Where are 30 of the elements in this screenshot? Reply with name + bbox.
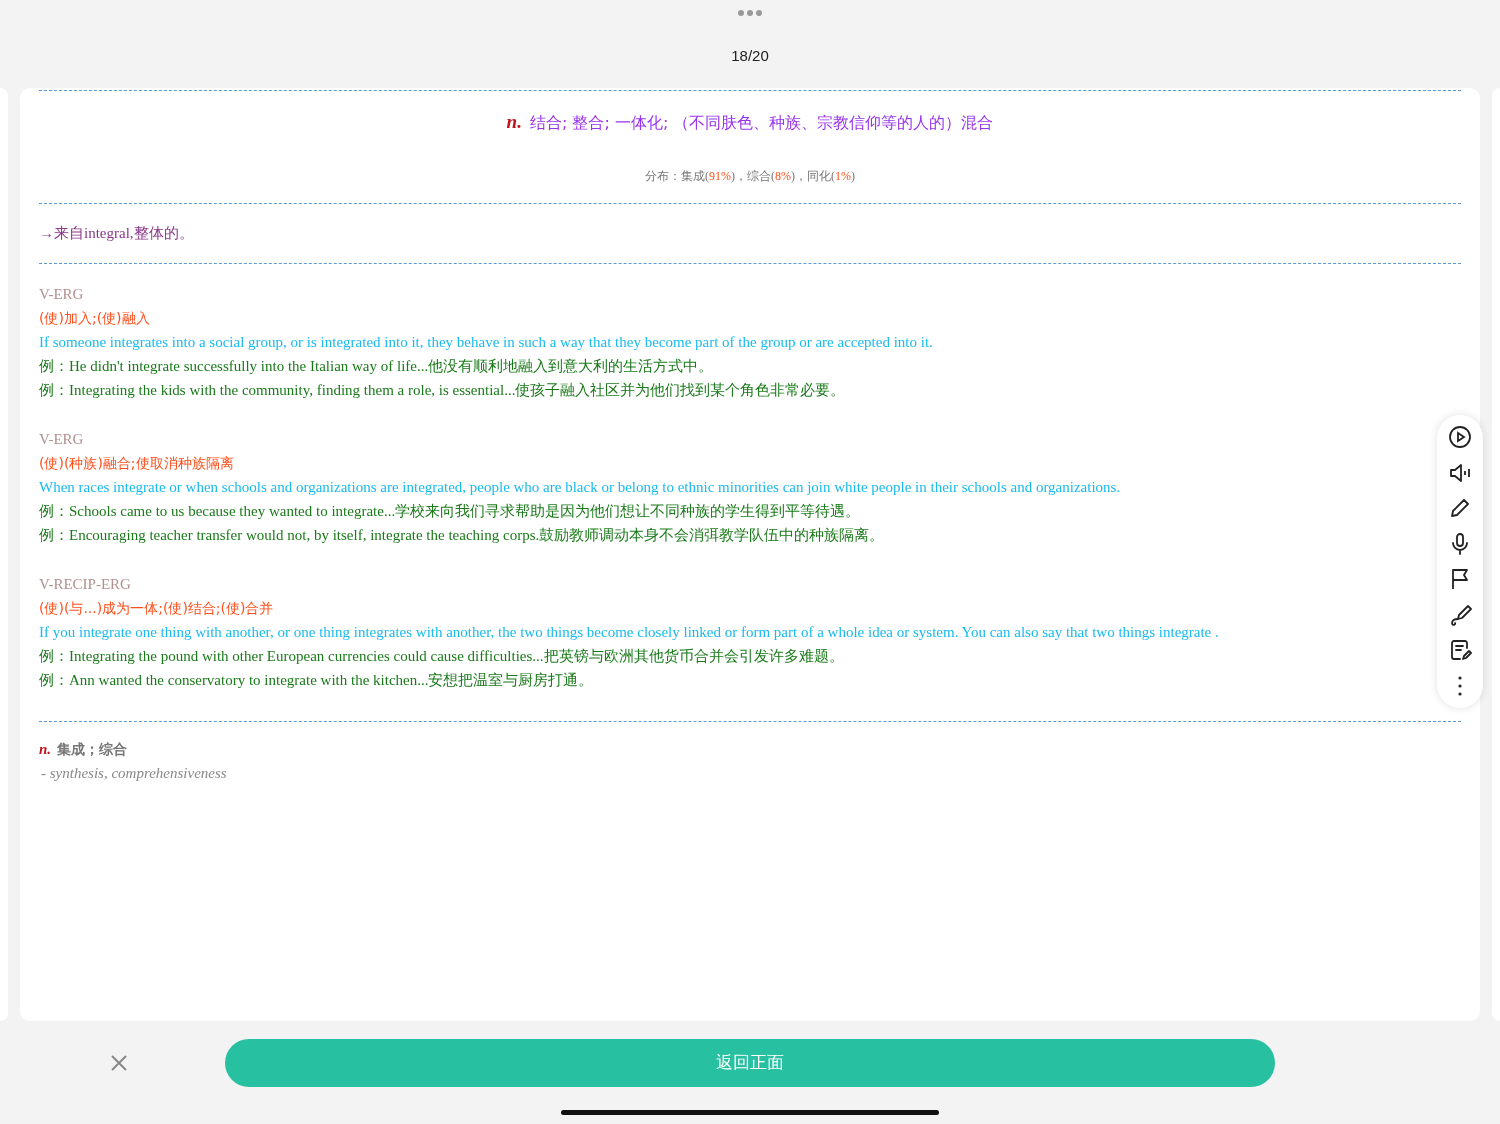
pen-icon[interactable]: [1448, 602, 1472, 627]
etymology-text: →来自integral,整体的。: [39, 224, 195, 243]
chinese-definition: (使)(种族)融合;使取消种族隔离: [39, 454, 235, 473]
play-icon[interactable]: [1448, 425, 1472, 449]
grammar-pattern: V-RECIP-ERG: [39, 575, 132, 594]
english-definition: If you integrate one thing with another, or one thing integrates with another, the two things become closely linked or form part of a whole idea or system. You can also say that two things integrate .: [39, 623, 1220, 642]
note-edit-icon[interactable]: [1448, 638, 1472, 662]
close-icon[interactable]: [110, 1053, 128, 1072]
english-definition: When races integrate or when schools and organizations are integrated, people who are black or belong to ethnic minorities can join white people in their schools and organizations.: [39, 478, 1122, 497]
example-sentence: 例：He didn't integrate successfully into the Italian way of life...他没有顺利地融入到意大利的生活方式中。: [39, 357, 715, 376]
flip-back-button[interactable]: 返回正面: [225, 1038, 1275, 1087]
pencil-icon[interactable]: [1448, 496, 1472, 520]
example-sentence: 例：Integrating the kids with the community, finding them a role, is essential...使孩子融入社区并为他们找到某个角色非常必要。: [39, 381, 847, 400]
example-sentence: 例：Encouraging teacher transfer would not, by itself, integrate the teaching corps.鼓励教师调动本身不会消弭教学队伍中的种族隔离。: [39, 526, 886, 545]
synonym-meaning: 集成；综合: [57, 741, 128, 757]
card-counter: 18/20: [731, 47, 769, 64]
english-definition: If someone integrates into a social group, or is integrated into it, they behave in such a way that they become part of the group or are accepted into it.: [39, 333, 934, 352]
definition-text: 结合; 整合; 一体化; （不同肤色、种族、宗教信仰等的人的）混合: [529, 113, 994, 132]
example-sentence: 例：Ann wanted the conservatory to integrate with the kitchen...安想把温室与厨房打通。: [39, 671, 595, 690]
chinese-definition: (使)(与...)成为一体;(使)结合;(使)合并: [39, 599, 275, 618]
part-of-speech: n.: [39, 741, 52, 757]
synonym-words: - synthesis, comprehensiveness: [41, 765, 228, 782]
part-of-speech: n.: [506, 111, 522, 132]
more-horizontal-icon[interactable]: [737, 9, 763, 17]
example-sentence: 例：Schools came to us because they wanted to integrate...学校来向我们寻求帮助是因为他们想让不同种族的学生得到平等待遇。: [39, 502, 862, 521]
example-sentence: 例：Integrating the pound with other European currencies could cause difficulties...把英镑与欧洲其他货币合并会引发许多难题。: [39, 647, 845, 666]
chinese-definition: (使)加入;(使)融入: [39, 309, 151, 328]
grammar-pattern: V-ERG: [39, 285, 85, 304]
distribution-text: 分布：集成(91%)，综合(8%)，同化(1%): [644, 168, 856, 185]
grammar-pattern: V-ERG: [39, 430, 85, 449]
